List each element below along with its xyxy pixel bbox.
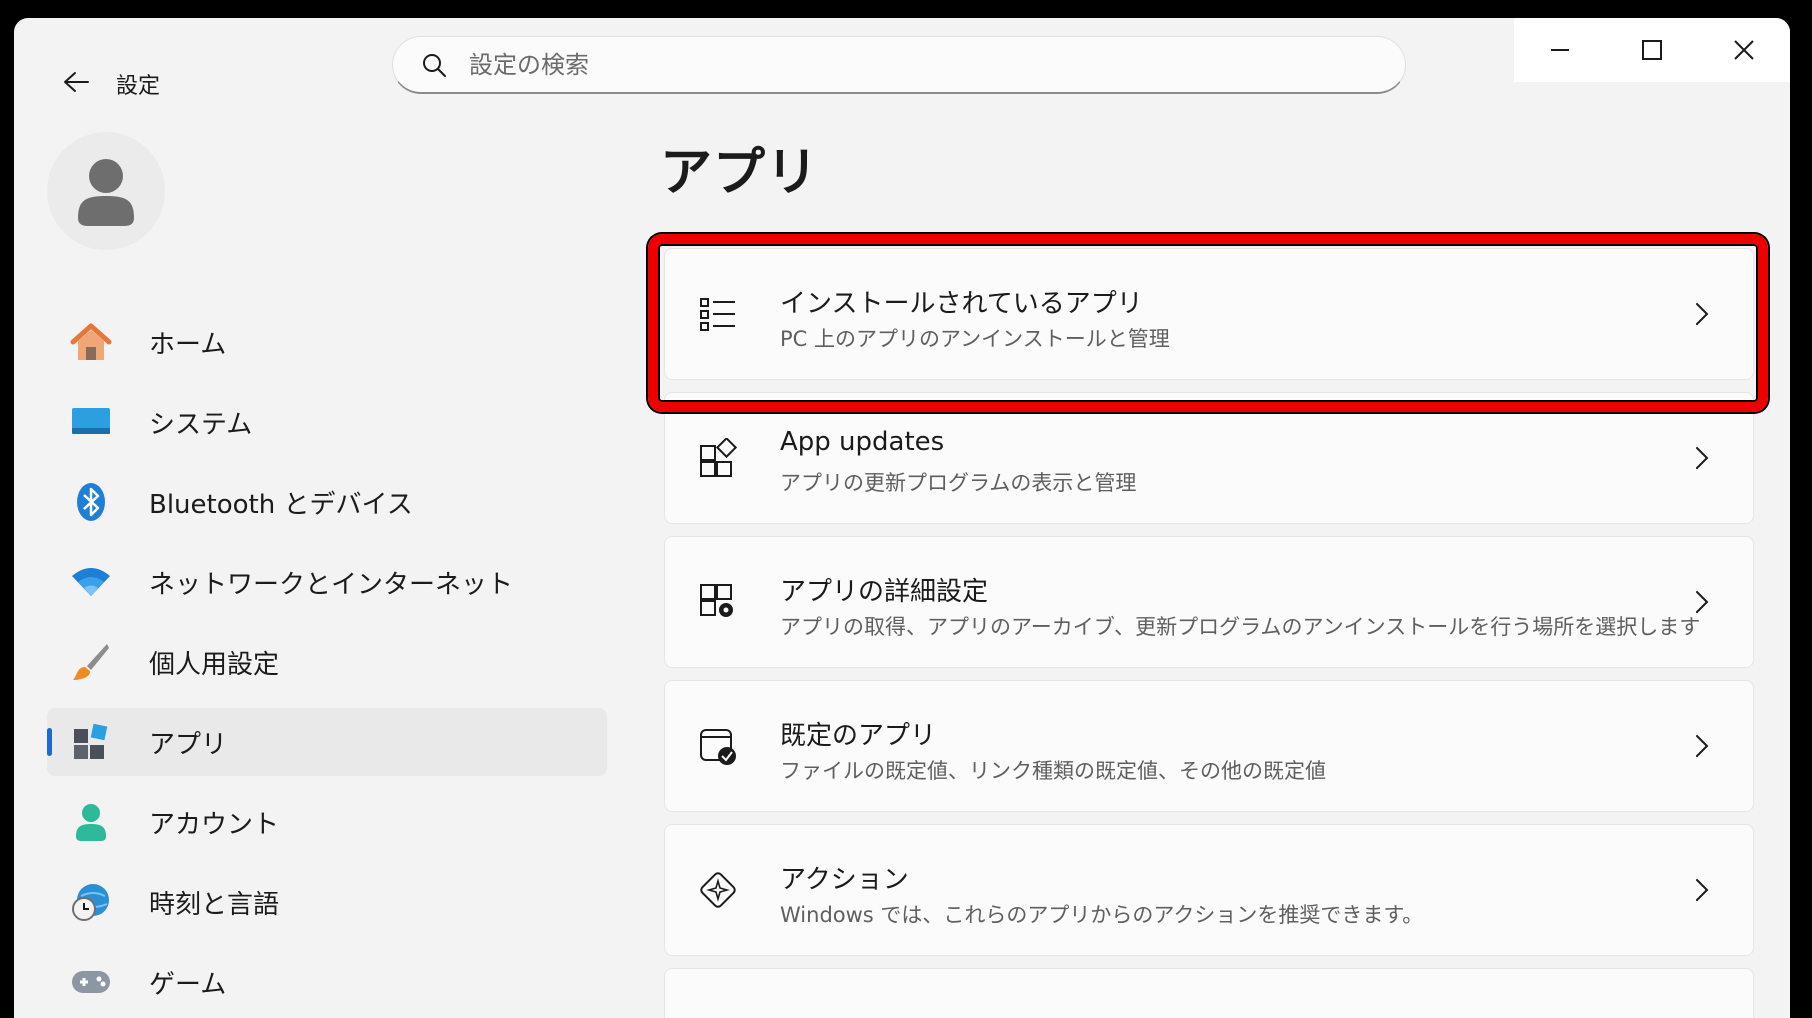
search-box[interactable]	[392, 36, 1406, 94]
bluetooth-icon	[69, 480, 113, 524]
minimize-icon	[1551, 49, 1569, 51]
installed-apps-card[interactable]: インストールされているアプリ PC 上のアプリのアンインストールと管理	[664, 248, 1754, 380]
maximize-button[interactable]	[1606, 18, 1698, 82]
settings-cards: インストールされているアプリ PC 上のアプリのアンインストールと管理 App …	[664, 248, 1754, 1018]
card-subtitle: アプリの更新プログラムの表示と管理	[780, 471, 1137, 495]
chevron-right-icon	[1687, 875, 1717, 905]
sidebar-item-network[interactable]: ネットワークとインターネット	[47, 548, 607, 616]
avatar[interactable]	[47, 132, 165, 250]
sidebar-item-label: ホーム	[149, 329, 227, 360]
default-apps-card[interactable]: 既定のアプリ ファイルの既定値、リンク種類の既定値、その他の既定値	[664, 680, 1754, 812]
account-icon	[69, 800, 113, 844]
actions-icon	[695, 867, 741, 913]
chevron-right-icon	[1687, 731, 1717, 761]
gamepad-icon	[69, 960, 113, 1004]
wifi-icon	[69, 560, 113, 604]
sidebar-item-gaming[interactable]: ゲーム	[47, 948, 607, 1016]
card-title: 既定のアプリ	[780, 721, 937, 751]
maximize-icon	[1642, 40, 1662, 60]
chevron-right-icon	[1687, 299, 1717, 329]
search-input[interactable]	[467, 49, 1371, 80]
app-updates-card[interactable]: App updates アプリの更新プログラムの表示と管理	[664, 392, 1754, 524]
card-subtitle: Windows では、これらのアプリからのアクションを推奨できます。	[780, 903, 1424, 927]
list-icon	[695, 291, 741, 337]
card-title: App updates	[780, 427, 945, 457]
sidebar-item-label: アプリ	[149, 729, 228, 760]
advanced-app-settings-card[interactable]: アプリの詳細設定 アプリの取得、アプリのアーカイブ、更新プログラムのアンインスト…	[664, 536, 1754, 668]
home-icon	[69, 320, 113, 364]
app-updates-icon	[695, 435, 741, 481]
chevron-right-icon	[1687, 587, 1717, 617]
page-title: アプリ	[660, 143, 820, 203]
sidebar-item-label: ゲーム	[149, 969, 227, 1000]
window-controls	[1514, 18, 1790, 82]
sidebar-item-label: アカウント	[149, 809, 280, 840]
selection-indicator	[47, 728, 52, 756]
sidebar-item-system[interactable]: システム	[47, 388, 607, 456]
sidebar-item-time-language[interactable]: 時刻と言語	[47, 868, 607, 936]
sidebar-item-apps[interactable]: アプリ	[47, 708, 607, 776]
card-subtitle: アプリの取得、アプリのアーカイブ、更新プログラムのアンインストールを行う場所を選…	[780, 615, 1701, 639]
app-title: 設定	[116, 74, 161, 99]
minimize-button[interactable]	[1514, 18, 1606, 82]
advanced-apps-icon	[695, 579, 741, 625]
close-button[interactable]	[1698, 18, 1790, 82]
card-title: アプリの詳細設定	[780, 577, 989, 607]
partial-card[interactable]	[664, 968, 1754, 1018]
sidebar-item-personalization[interactable]: 個人用設定	[47, 628, 607, 696]
apps-icon	[69, 720, 113, 764]
sidebar-item-label: システム	[149, 409, 253, 440]
search-icon	[419, 50, 449, 80]
sidebar-item-label: ネットワークとインターネット	[149, 569, 514, 600]
back-arrow-icon	[64, 72, 89, 92]
brush-icon	[69, 640, 113, 684]
actions-card[interactable]: アクション Windows では、これらのアプリからのアクションを推奨できます。	[664, 824, 1754, 956]
chevron-right-icon	[1687, 443, 1717, 473]
card-subtitle: PC 上のアプリのアンインストールと管理	[780, 327, 1170, 351]
default-apps-icon	[695, 723, 741, 769]
system-icon	[69, 400, 113, 444]
sidebar-item-bluetooth[interactable]: Bluetooth とデバイス	[47, 468, 607, 536]
sidebar-item-label: 時刻と言語	[149, 889, 280, 920]
back-button[interactable]	[54, 60, 98, 104]
sidebar-item-label: 個人用設定	[149, 649, 280, 680]
sidebar-item-home[interactable]: ホーム	[47, 308, 607, 376]
sidebar-item-accounts[interactable]: アカウント	[47, 788, 607, 856]
card-title: アクション	[780, 865, 909, 895]
close-icon	[1734, 40, 1754, 60]
sidebar-nav: ホーム システム Bluetooth とデバイス ネットワークとインターネット …	[47, 308, 607, 1018]
settings-window: 設定 設定の検索 ホーム システム Bluetooth とデバイス ネットワーク…	[14, 18, 1790, 1018]
user-avatar-icon	[78, 159, 134, 226]
time-language-icon	[69, 880, 113, 924]
card-subtitle: ファイルの既定値、リンク種類の既定値、その他の既定値	[780, 759, 1326, 783]
sidebar-item-label: Bluetooth とデバイス	[149, 489, 413, 520]
card-title: インストールされているアプリ	[780, 289, 1143, 319]
